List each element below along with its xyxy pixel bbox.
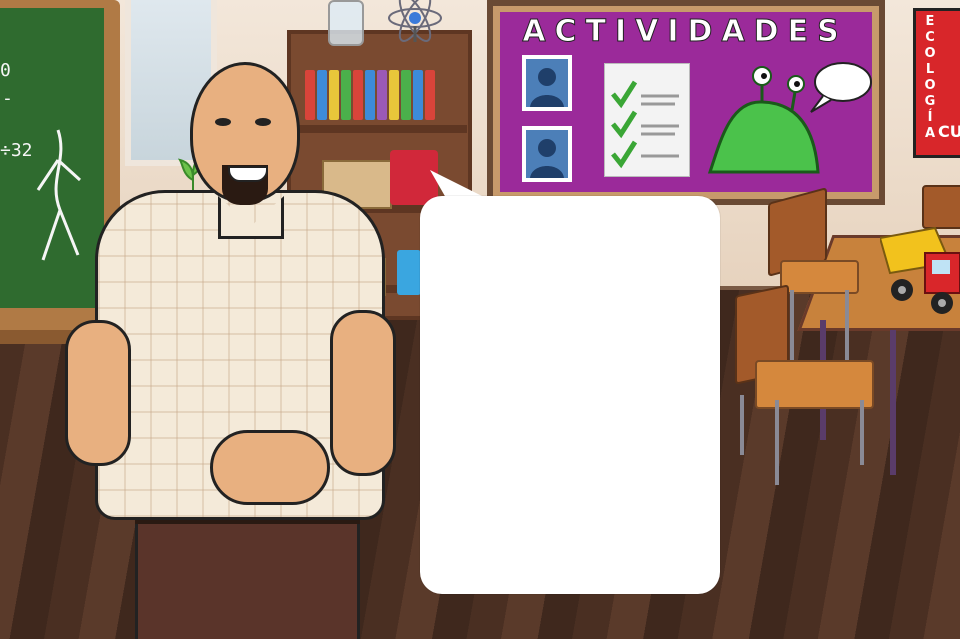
ecologia-poster-text: E C O L O G Í A xyxy=(924,14,936,141)
glass-jar xyxy=(328,0,364,46)
toy-truck-icon xyxy=(880,226,960,314)
checklist-document-icon xyxy=(604,63,690,177)
person-photo-icon xyxy=(522,126,572,182)
teacher-pants xyxy=(135,515,360,639)
teacher-eye xyxy=(215,118,231,126)
chair-seat xyxy=(755,360,874,409)
person-photo-icon xyxy=(522,55,572,111)
ecologia-poster-corner-text: CU xyxy=(938,122,960,141)
book xyxy=(317,70,327,120)
chair-leg xyxy=(845,290,849,360)
classroom-scene: 0 - ÷32 ACTIVIDADES E C O L O G Í A CU xyxy=(0,0,960,639)
teacher-smile xyxy=(228,166,268,182)
teacher-eye xyxy=(255,118,271,126)
book xyxy=(341,70,351,120)
bulletin-board-title: ACTIVIDADES xyxy=(522,14,848,50)
thought-bubble-icon xyxy=(810,62,872,113)
chair-leg xyxy=(775,400,779,485)
chalk-line-1: 0 xyxy=(0,60,11,81)
chair-seat xyxy=(780,260,859,294)
atom-model-icon xyxy=(388,0,442,42)
teacher-arm xyxy=(330,310,396,476)
chalk-line-2: - xyxy=(2,88,13,109)
blue-bag xyxy=(397,250,421,295)
book xyxy=(425,70,435,120)
book xyxy=(305,70,315,120)
desk-leg xyxy=(890,330,896,475)
teacher-clasped-hands xyxy=(210,430,330,505)
chair-leg xyxy=(790,290,794,370)
book xyxy=(401,70,411,120)
book xyxy=(365,70,375,120)
book xyxy=(353,70,363,120)
book xyxy=(413,70,423,120)
speech-bubble xyxy=(420,196,720,594)
chair-leg xyxy=(860,400,864,465)
chair-leg xyxy=(740,395,744,455)
shelf-board xyxy=(292,125,467,133)
book xyxy=(389,70,399,120)
book xyxy=(377,70,387,120)
chalk-stick-figure-icon xyxy=(36,129,82,261)
book xyxy=(329,70,339,120)
teacher-arm xyxy=(65,320,131,466)
